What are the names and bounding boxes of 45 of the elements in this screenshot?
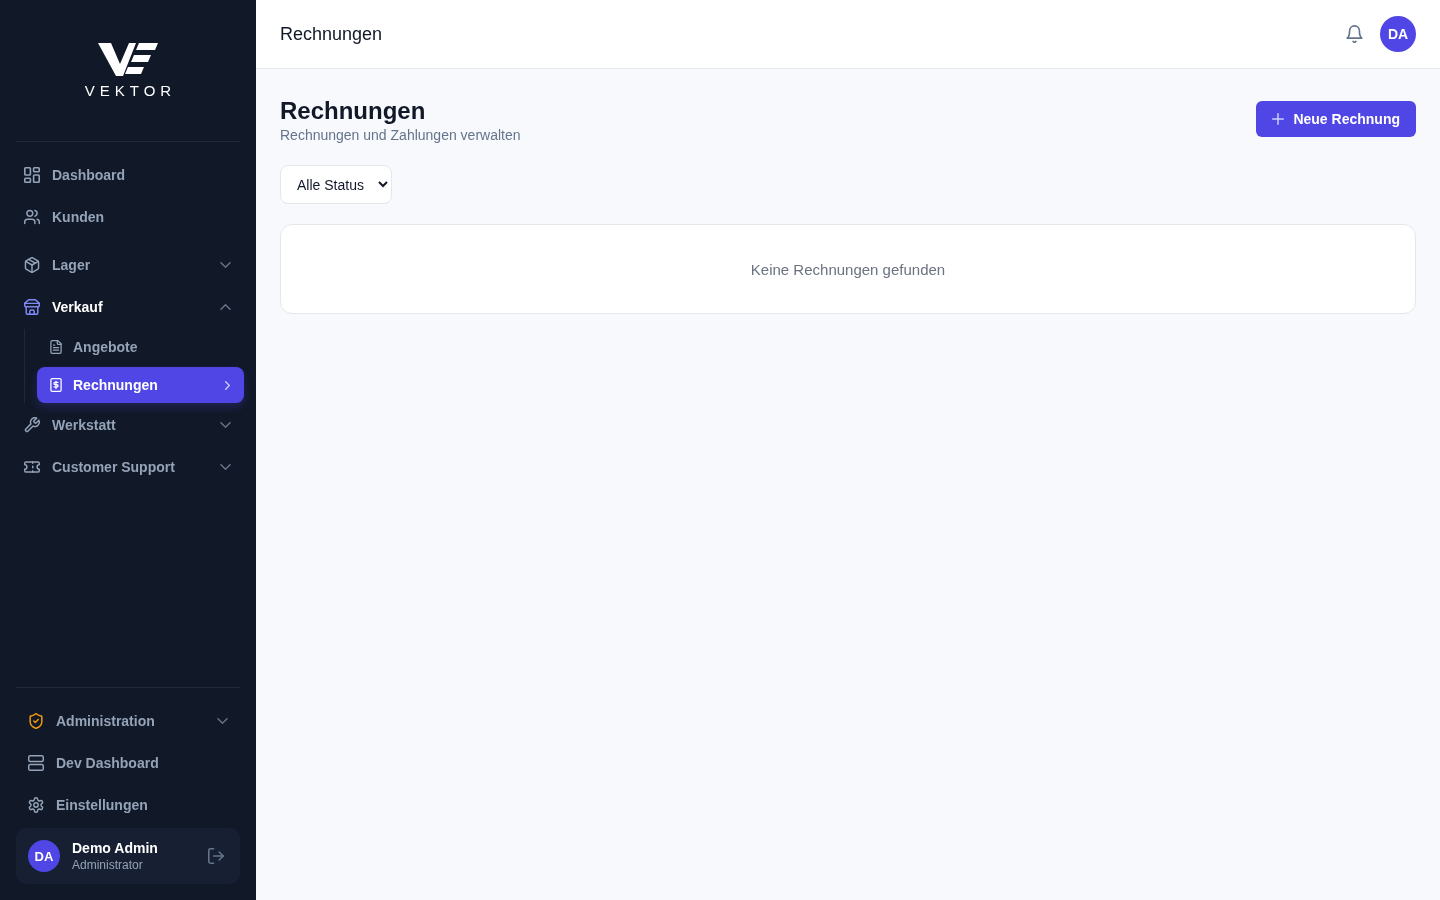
user-name: Demo Admin: [72, 839, 159, 857]
user-role: Administrator: [72, 857, 144, 873]
chevron-up-icon: [220, 304, 231, 310]
users-icon: [24, 209, 40, 225]
page-title: Rechnungen: [280, 97, 427, 125]
brand-name: VEKTOR: [83, 83, 177, 98]
nav-item[interactable]: Dev Dashboard: [16, 742, 240, 784]
shield-check-icon: [28, 713, 44, 729]
nav-item[interactable]: Dashboard: [12, 154, 244, 196]
nav-item[interactable]: Kunden: [12, 196, 244, 238]
chevron-down-icon: [220, 262, 231, 268]
chevron-down-icon: [217, 718, 228, 724]
nav-item[interactable]: Lager: [12, 244, 244, 286]
nav-item[interactable]: Werkstatt: [12, 404, 244, 446]
page-subtitle: Rechnungen und Zahlungen verwalten: [280, 126, 521, 145]
box-icon: [24, 257, 40, 273]
ticket-icon: [24, 459, 40, 475]
notifications-button[interactable]: [1346, 25, 1363, 43]
document-icon: [49, 340, 63, 354]
header-title: Rechnungen: [280, 23, 384, 45]
nav-subitem[interactable]: Rechnungen: [37, 367, 244, 403]
nav-item[interactable]: Customer Support: [12, 446, 244, 488]
chevron-down-icon: [220, 464, 231, 470]
nav-item[interactable]: Administration: [16, 700, 240, 742]
bell-icon: [1346, 25, 1363, 43]
plus-icon: [1272, 113, 1285, 125]
nav-item[interactable]: Einstellungen: [16, 784, 240, 826]
settings-icon: [28, 797, 44, 813]
wrench-icon: [24, 417, 40, 433]
new-invoice-button[interactable]: Neue Rechnung: [1256, 101, 1416, 137]
nav-item[interactable]: Verkauf: [12, 286, 244, 328]
logo-icon: [98, 42, 158, 77]
server-icon: [28, 755, 44, 771]
logout-icon: [208, 848, 224, 864]
user-avatar: DA: [28, 840, 60, 872]
receipt-icon: [49, 378, 63, 392]
logout-button[interactable]: [208, 848, 224, 864]
empty-message: Keine Rechnungen gefunden: [750, 260, 946, 278]
status-select[interactable]: Alle Status: [280, 165, 392, 204]
store-icon: [24, 299, 40, 315]
grid-icon: [24, 167, 40, 183]
chevron-right-icon: [225, 380, 230, 390]
nav-subitem[interactable]: Angebote: [37, 329, 244, 365]
chevron-down-icon: [220, 422, 231, 428]
user-avatar[interactable]: DA: [1380, 16, 1416, 52]
